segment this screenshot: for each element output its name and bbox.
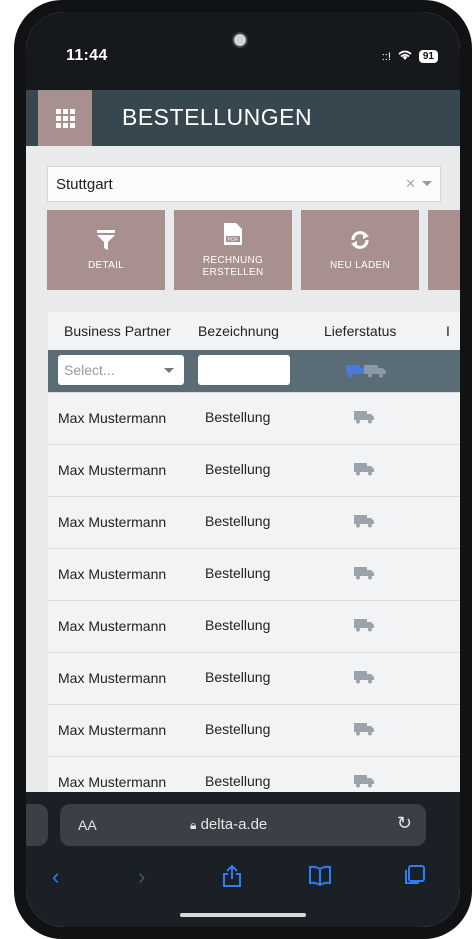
phone-frame: 11:44 ::! 91 BESTELLUNGEN Stuttgart ✕ DE… — [14, 0, 472, 939]
truck-icon — [354, 410, 374, 427]
text-size-button[interactable]: AA — [78, 817, 97, 833]
cell-bezeichnung: Bestellung — [205, 617, 271, 633]
share-icon[interactable] — [222, 864, 242, 894]
previous-tab-stub[interactable] — [26, 804, 48, 846]
battery-icon: 91 — [418, 50, 438, 63]
location-select[interactable]: Stuttgart ✕ — [47, 166, 441, 202]
more-action-button[interactable] — [428, 210, 460, 290]
table-row[interactable]: Max Mustermann Bestellung — [48, 392, 460, 444]
filter-row: Select... — [48, 350, 460, 392]
bezeichnung-filter-input[interactable] — [198, 355, 290, 385]
truck-icon[interactable] — [346, 364, 386, 383]
chevron-down-icon — [164, 368, 174, 373]
clear-icon[interactable]: ✕ — [405, 176, 416, 192]
address-host-text: delta-a.de — [200, 816, 268, 833]
reload-button-label: NEU LADEN — [330, 259, 390, 271]
cell-bezeichnung: Bestellung — [205, 513, 271, 529]
back-icon[interactable]: ‹ — [52, 864, 59, 890]
wifi-icon — [397, 49, 413, 64]
table-header: Business Partner Bezeichnung Lieferstatu… — [48, 312, 460, 350]
home-indicator[interactable] — [180, 913, 306, 917]
detail-button-label: DETAIL — [87, 259, 125, 271]
chevron-down-icon[interactable] — [422, 181, 432, 186]
main-content: Stuttgart ✕ DETAIL PDF RECHNUNG ERSTELLE… — [26, 146, 460, 808]
tabs-icon[interactable] — [402, 864, 426, 892]
detail-button[interactable]: DETAIL — [47, 210, 165, 290]
create-invoice-button[interactable]: PDF RECHNUNG ERSTELLEN — [174, 210, 292, 290]
signal-icon: ::! — [381, 50, 391, 63]
filter-icon — [96, 229, 116, 254]
cell-bezeichnung: Bestellung — [205, 461, 271, 477]
page-title: BESTELLUNGEN — [122, 104, 313, 130]
cell-bezeichnung: Bestellung — [205, 773, 271, 789]
status-icons: ::! 91 — [382, 49, 438, 64]
cell-bezeichnung: Bestellung — [205, 669, 271, 685]
column-header-bezeichnung[interactable]: Bezeichnung — [198, 323, 279, 339]
reload-button[interactable]: NEU LADEN — [301, 210, 419, 290]
truck-icon — [354, 618, 374, 635]
table-row[interactable]: Max Mustermann Bestellung — [48, 600, 460, 652]
cell-business-partner: Max Mustermann — [58, 618, 167, 634]
bookmarks-icon[interactable] — [308, 864, 332, 892]
cell-business-partner: Max Mustermann — [58, 514, 167, 530]
reload-icon[interactable]: ↻ — [397, 813, 412, 834]
partner-filter-select[interactable]: Select... — [58, 355, 184, 385]
cell-business-partner: Max Mustermann — [58, 410, 167, 426]
status-bar: 11:44 ::! 91 — [26, 12, 460, 90]
status-time: 11:44 — [66, 47, 108, 64]
address-bar[interactable]: AA 🔒︎ delta-a.de ↻ — [60, 804, 426, 846]
table-row[interactable]: Max Mustermann Bestellung — [48, 652, 460, 704]
cell-bezeichnung: Bestellung — [205, 409, 271, 425]
apps-menu-button[interactable] — [38, 90, 92, 146]
column-header-more[interactable]: I — [446, 323, 450, 339]
svg-text:PDF: PDF — [228, 237, 239, 243]
location-select-value: Stuttgart — [56, 176, 113, 193]
truck-icon — [354, 566, 374, 583]
browser-toolbar: AA 🔒︎ delta-a.de ↻ ‹ › — [26, 792, 460, 927]
table-body: Max Mustermann Bestellung Max Mustermann… — [48, 392, 460, 808]
refresh-icon — [349, 229, 371, 254]
action-toolbar: DETAIL PDF RECHNUNG ERSTELLEN NEU LADEN — [26, 210, 460, 290]
truck-icon — [354, 722, 374, 739]
screen: 11:44 ::! 91 BESTELLUNGEN Stuttgart ✕ DE… — [26, 12, 460, 927]
lock-icon: 🔒︎ — [190, 818, 197, 832]
cell-business-partner: Max Mustermann — [58, 774, 167, 790]
truck-icon — [354, 462, 374, 479]
create-invoice-button-label: RECHNUNG ERSTELLEN — [202, 254, 264, 278]
truck-icon — [354, 514, 374, 531]
column-header-business-partner[interactable]: Business Partner — [64, 323, 171, 339]
browser-nav-bar: ‹ › — [26, 864, 460, 894]
table-row[interactable]: Max Mustermann Bestellung — [48, 704, 460, 756]
address-host: 🔒︎ delta-a.de — [190, 816, 267, 833]
orders-table: Business Partner Bezeichnung Lieferstatu… — [48, 312, 460, 808]
table-row[interactable]: Max Mustermann Bestellung — [48, 444, 460, 496]
cell-business-partner: Max Mustermann — [58, 566, 167, 582]
cell-bezeichnung: Bestellung — [205, 565, 271, 581]
truck-icon — [354, 774, 374, 791]
partner-filter-placeholder: Select... — [64, 362, 115, 378]
app-header: BESTELLUNGEN — [26, 90, 460, 146]
forward-icon[interactable]: › — [138, 864, 145, 890]
cell-business-partner: Max Mustermann — [58, 670, 167, 686]
truck-icon — [354, 670, 374, 687]
cell-business-partner: Max Mustermann — [58, 462, 167, 478]
cell-bezeichnung: Bestellung — [205, 721, 271, 737]
pdf-icon: PDF — [223, 222, 243, 249]
grid-icon — [55, 108, 75, 128]
cell-business-partner: Max Mustermann — [58, 722, 167, 738]
camera-icon — [232, 32, 248, 48]
table-row[interactable]: Max Mustermann Bestellung — [48, 496, 460, 548]
column-header-lieferstatus[interactable]: Lieferstatus — [324, 323, 396, 339]
table-row[interactable]: Max Mustermann Bestellung — [48, 548, 460, 600]
